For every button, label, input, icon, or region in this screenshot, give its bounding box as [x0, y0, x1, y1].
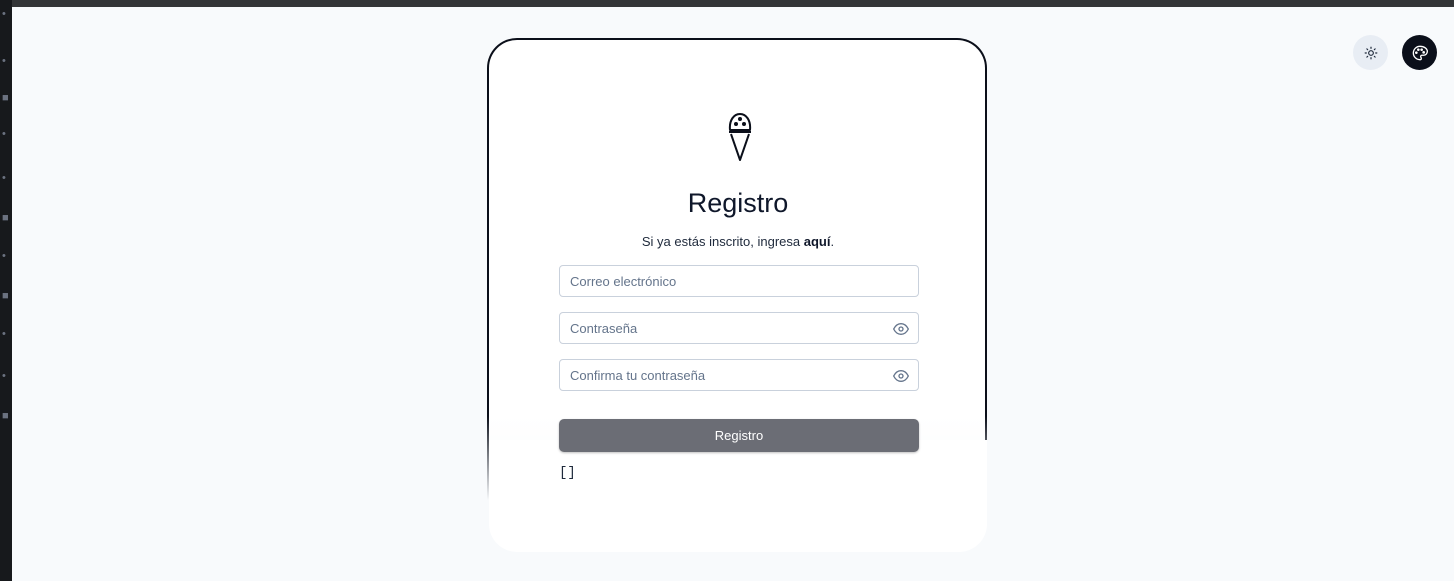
page-title: Registro	[687, 188, 789, 218]
card-bottom	[489, 440, 987, 552]
register-button[interactable]: Registro	[559, 419, 919, 452]
confirm-password-input[interactable]	[560, 360, 918, 390]
email-input[interactable]	[560, 266, 918, 296]
password-field	[559, 312, 919, 344]
login-prompt-end: .	[830, 234, 835, 249]
window-top-bar	[0, 0, 1454, 7]
login-prompt: Si ya estás inscrito, ingresa aquí.	[487, 233, 989, 251]
eye-icon[interactable]	[893, 369, 909, 383]
sun-icon	[1364, 46, 1377, 59]
theme-toggle-button[interactable]	[1353, 35, 1388, 70]
errors-output: []	[559, 465, 576, 481]
ice-cream-icon	[728, 113, 752, 161]
email-field	[559, 265, 919, 297]
left-toolbar-strip: • • ■ • • ■ • ■ • • ■	[0, 0, 12, 581]
password-input[interactable]	[560, 313, 918, 343]
login-link[interactable]: aquí	[804, 234, 831, 249]
confirm-password-field	[559, 359, 919, 391]
palette-icon	[1412, 45, 1428, 60]
palette-button[interactable]	[1402, 35, 1437, 70]
login-prompt-text: Si ya estás inscrito, ingresa	[641, 234, 804, 249]
eye-icon[interactable]	[893, 322, 909, 336]
